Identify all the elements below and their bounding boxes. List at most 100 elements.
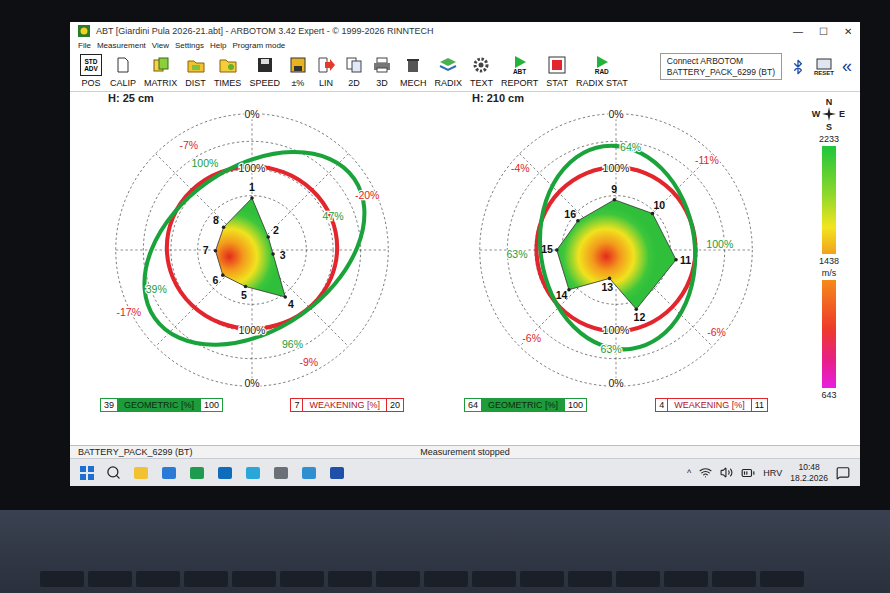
sensor-label: 7 <box>203 244 209 256</box>
toolbar-button[interactable]: RADRADIX STAT <box>574 53 630 88</box>
toolbar-button[interactable]: 3D <box>370 53 394 88</box>
key <box>232 571 276 587</box>
tray-chevron[interactable]: ^ <box>687 468 691 478</box>
title-bar: ABT [Giardini Pula 2026-21.abt] - ARBOTO… <box>70 22 860 40</box>
toolbar-button[interactable]: 2D <box>342 53 366 88</box>
window-title: ABT [Giardini Pula 2026-21.abt] - ARBOTO… <box>96 26 787 36</box>
connect-button[interactable]: Connect ARBOTOMBATTERY_PACK_6299 (BT) <box>660 53 782 80</box>
menu-item[interactable]: Measurement <box>97 41 146 50</box>
toolbar-label: 2D <box>348 78 360 88</box>
toolbar-label: RADIX <box>434 78 462 88</box>
percent-label: 64% <box>620 141 641 153</box>
legend: NWES22331438m/s643 <box>798 92 860 445</box>
system-tray: ^ HRV 10:4818.2.2026 <box>687 462 850 482</box>
percent-label: -7% <box>179 139 198 151</box>
sensor: 1 <box>249 181 255 200</box>
language-indicator[interactable]: HRV <box>763 468 782 478</box>
wifi-icon[interactable] <box>699 466 712 479</box>
folders-icon <box>186 56 206 74</box>
scale-unit: m/s <box>822 268 837 278</box>
sensor-label: 12 <box>634 311 646 323</box>
app-icon <box>161 465 177 481</box>
toolbar-label: 3D <box>376 78 388 88</box>
key <box>184 571 228 587</box>
notifications-icon[interactable] <box>836 466 850 480</box>
scale-mid: 1438 <box>819 256 839 266</box>
toolbar-button[interactable]: ±% <box>286 53 310 88</box>
main-area: H: 25 cm123456780%100%100%0%-7%100%47%-2… <box>70 92 860 445</box>
menu-item[interactable]: View <box>152 41 169 50</box>
taskbar-app[interactable] <box>133 465 149 481</box>
reset-button[interactable]: RESET <box>814 58 834 76</box>
toolbar-button[interactable]: STDADVPOS <box>78 53 104 88</box>
toolbar-button[interactable]: DIST <box>183 53 208 88</box>
ring-label: 0% <box>608 108 623 120</box>
key <box>664 571 708 587</box>
tomogram-panel: H: 25 cm123456780%100%100%0%-7%100%47%-2… <box>70 92 434 445</box>
taskbar-app[interactable] <box>329 465 345 481</box>
toolbar-button[interactable]: CALIP <box>108 53 138 88</box>
window-control[interactable]: — <box>793 26 803 37</box>
toolbar-button[interactable]: TEXT <box>468 53 495 88</box>
collapse-button[interactable]: « <box>842 56 852 77</box>
menu-item[interactable]: Program mode <box>232 41 285 50</box>
tomogram-chart: 123456780%100%100%0%-7%100%47%-20%39%-17… <box>74 104 430 396</box>
app-icon <box>217 465 233 481</box>
percent-label: 63% <box>507 248 528 260</box>
toolbar-label: REPORT <box>501 78 538 88</box>
menu-item[interactable]: Settings <box>175 41 204 50</box>
sensor-label: 2 <box>273 224 279 236</box>
percent-label: -17% <box>116 306 141 318</box>
search-button[interactable] <box>106 465 121 480</box>
app-icon <box>133 465 149 481</box>
taskbar-app[interactable] <box>301 465 317 481</box>
toolbar-button[interactable]: STAT <box>544 53 570 88</box>
menu-item[interactable]: File <box>78 41 91 50</box>
toolbar-label: DIST <box>185 78 206 88</box>
toolbar-label: SPEED <box>249 78 280 88</box>
bluetooth-icon[interactable] <box>790 59 806 75</box>
geometric-metric: 39GEOMETRIC [%]100 <box>100 398 223 412</box>
key <box>520 571 564 587</box>
volume-icon[interactable] <box>720 466 733 479</box>
save-as-icon <box>288 56 308 74</box>
taskbar-app[interactable] <box>217 465 233 481</box>
window-control[interactable]: ✕ <box>844 26 852 37</box>
compass: NWES <box>810 96 848 132</box>
sensor-label: 5 <box>241 289 247 301</box>
copy-icon <box>344 56 364 74</box>
taskbar-app[interactable] <box>273 465 289 481</box>
toolbar-button[interactable]: SPEED <box>247 53 282 88</box>
tomogram-chart: 9101112131415160%100%100%0%-4%64%-11%100… <box>438 104 794 396</box>
metric-value: 64 <box>464 398 482 412</box>
toolbar-button[interactable]: MATRIX <box>142 53 179 88</box>
ring <box>116 114 389 387</box>
taskbar-app[interactable] <box>161 465 177 481</box>
percent-label: -20% <box>355 189 380 201</box>
new-document-icon <box>113 56 133 74</box>
clock[interactable]: 10:4818.2.2026 <box>790 462 828 482</box>
ring <box>480 114 753 387</box>
scale-bar-upper <box>822 146 836 254</box>
window-controls: — ☐ ✕ <box>793 26 852 37</box>
toolbar-button[interactable]: TIMES <box>212 53 244 88</box>
toolbar-button[interactable]: RADIX <box>432 53 464 88</box>
taskbar-app[interactable] <box>245 465 261 481</box>
metric-value: 39 <box>100 398 118 412</box>
sensor-label: 14 <box>556 289 568 301</box>
window-control[interactable]: ☐ <box>819 26 828 37</box>
key <box>616 571 660 587</box>
sensor: 11 <box>674 254 691 266</box>
toolbar-button[interactable]: MECH <box>398 53 429 88</box>
toolbar-button[interactable]: LIN <box>314 53 338 88</box>
sensor: 12 <box>634 307 646 323</box>
velocity-polygon <box>216 198 286 297</box>
key <box>472 571 516 587</box>
battery-icon[interactable] <box>741 466 755 480</box>
menu-item[interactable]: Help <box>210 41 226 50</box>
toolbar-button[interactable]: ABTREPORT <box>499 53 540 88</box>
toolbar-label: MATRIX <box>144 78 177 88</box>
toolbar-label: LIN <box>319 78 333 88</box>
taskbar-app[interactable] <box>189 465 205 481</box>
start-button[interactable] <box>80 466 94 480</box>
